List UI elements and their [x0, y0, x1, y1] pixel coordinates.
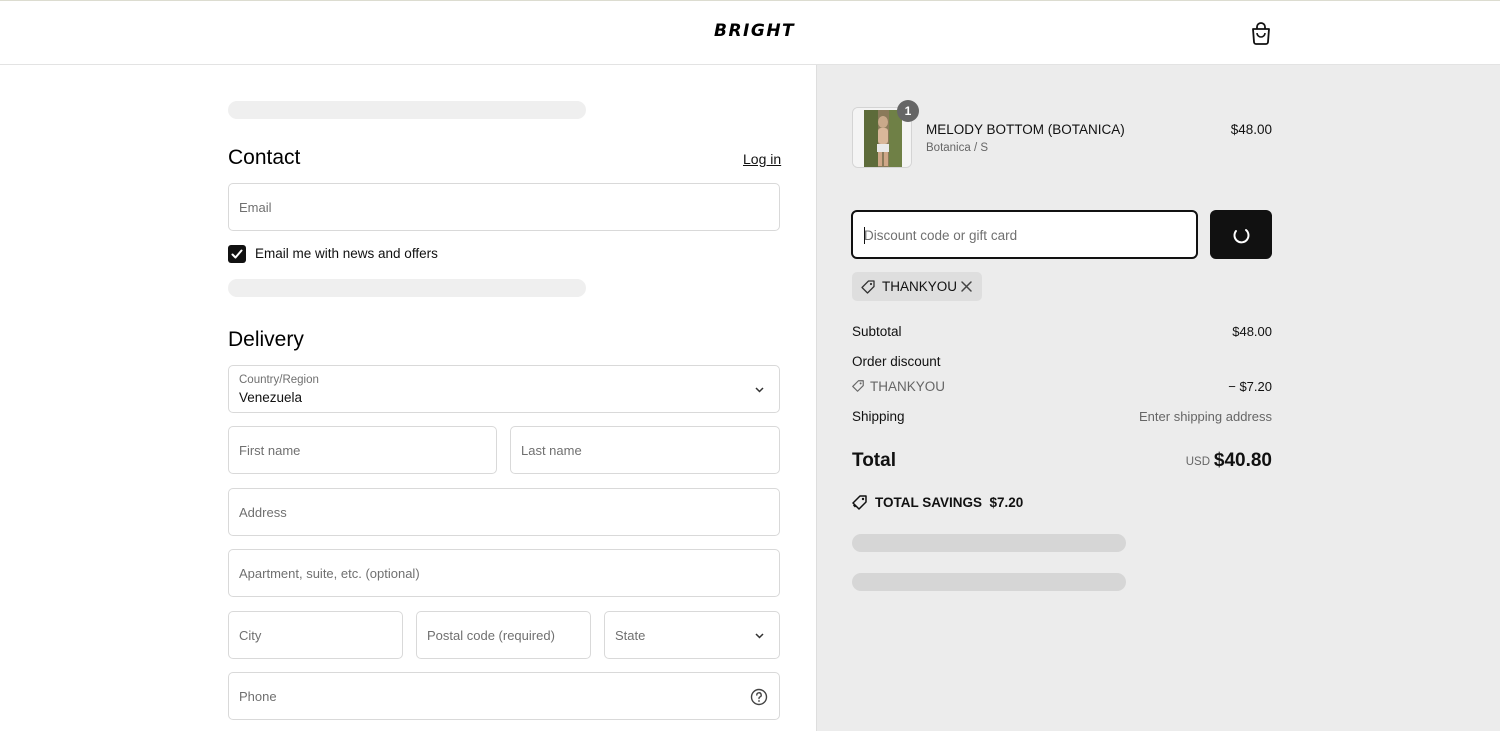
chevron-down-icon [755, 387, 764, 393]
header: BRIGHT [0, 0, 1500, 65]
delivery-title: Delivery [228, 328, 304, 351]
checkmark-icon [231, 249, 243, 259]
address-placeholder: Address [239, 505, 287, 520]
login-link[interactable]: Log in [743, 151, 781, 167]
first-name-field[interactable]: First name [228, 426, 497, 474]
last-name-placeholder: Last name [521, 443, 582, 458]
address-field[interactable]: Address [228, 488, 780, 536]
discount-amount: − $7.20 [1228, 379, 1272, 394]
postal-code-placeholder: Postal code (required) [427, 628, 555, 643]
apply-discount-button[interactable] [1210, 210, 1272, 259]
apartment-placeholder: Apartment, suite, etc. (optional) [239, 566, 420, 581]
state-placeholder: State [615, 628, 646, 643]
quantity-badge: 1 [897, 100, 919, 122]
currency-code: USD [1185, 456, 1210, 468]
applied-code-label: THANKYOU [882, 279, 958, 294]
discount-placeholder: Discount code or gift card [864, 228, 1018, 243]
subtotal-value: $48.00 [1232, 324, 1272, 339]
chevron-down-icon [755, 633, 764, 639]
state-select[interactable]: State [604, 611, 780, 659]
help-circle-icon[interactable] [750, 688, 768, 706]
total-savings: TOTAL SAVINGS $7.20 [875, 495, 1023, 510]
city-placeholder: City [239, 628, 262, 643]
remove-discount-icon[interactable] [960, 280, 973, 293]
applied-discount-chip: THANKYOU [852, 272, 982, 301]
loading-placeholder [852, 534, 1126, 552]
savings-label: TOTAL SAVINGS [875, 495, 983, 510]
tags-icon [852, 495, 867, 510]
first-name-placeholder: First name [239, 443, 301, 458]
postal-code-field[interactable]: Postal code (required) [416, 611, 591, 659]
product-name: MELODY BOTTOM (BOTANICA) [926, 122, 1125, 137]
tag-icon [852, 380, 864, 392]
order-discount-label: Order discount [852, 354, 941, 369]
city-field[interactable]: City [228, 611, 403, 659]
country-label: Country/Region [239, 374, 319, 386]
contact-title: Contact [228, 146, 301, 169]
phone-field[interactable]: Phone [228, 672, 780, 720]
shopping-bag-icon[interactable] [1250, 21, 1272, 45]
total-label: Total [852, 450, 896, 471]
loading-placeholder [228, 101, 586, 119]
product-price: $48.00 [1230, 122, 1272, 137]
loading-spinner-icon [1233, 229, 1250, 244]
phone-placeholder: Phone [239, 689, 277, 704]
country-select[interactable]: Country/Region Venezuela [228, 365, 780, 413]
email-placeholder: Email [239, 200, 272, 215]
discount-code-line: THANKYOU [870, 379, 946, 394]
order-summary-panel [816, 65, 1500, 731]
apartment-field[interactable]: Apartment, suite, etc. (optional) [228, 549, 780, 597]
newsletter-checkbox[interactable] [228, 245, 246, 263]
store-logo[interactable]: BRIGHT [714, 21, 795, 41]
loading-placeholder [228, 279, 586, 297]
newsletter-label: Email me with news and offers [255, 246, 438, 261]
email-field[interactable]: Email [228, 183, 780, 231]
discount-code-input[interactable]: Discount code or gift card [851, 210, 1198, 259]
shipping-label: Shipping [852, 409, 905, 424]
text-cursor [864, 227, 865, 244]
savings-value: $7.20 [989, 495, 1024, 510]
product-variant: Botanica / S [926, 142, 989, 154]
tag-icon [861, 280, 875, 294]
loading-placeholder [852, 573, 1126, 591]
shipping-value: Enter shipping address [1139, 409, 1272, 424]
subtotal-label: Subtotal [852, 324, 902, 339]
total-value: $40.80 [1213, 450, 1272, 471]
country-value: Venezuela [239, 390, 303, 405]
last-name-field[interactable]: Last name [510, 426, 780, 474]
